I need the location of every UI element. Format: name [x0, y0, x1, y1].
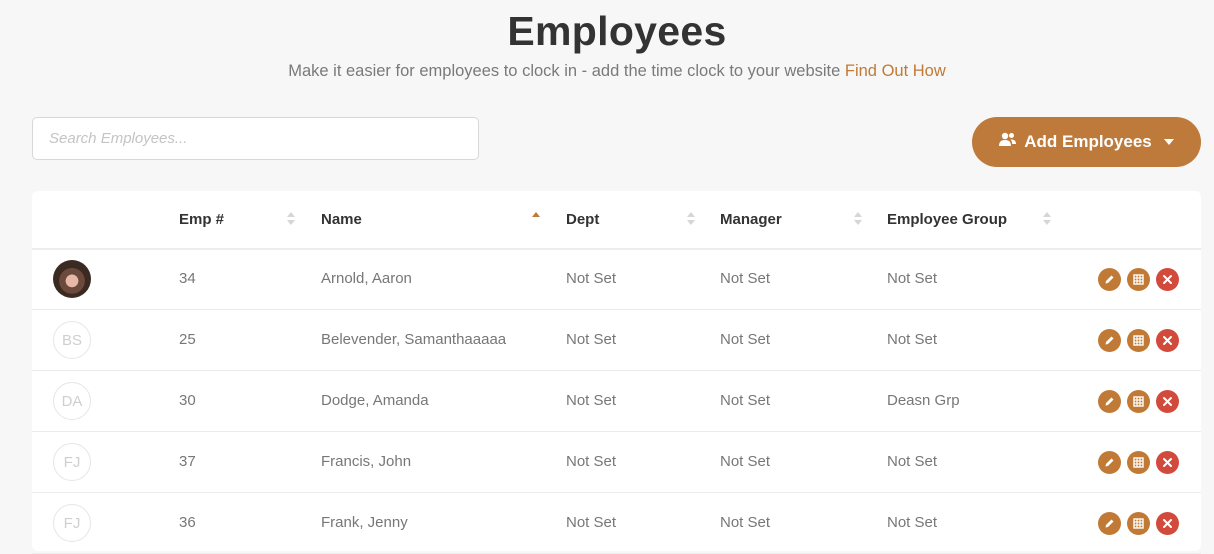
row-actions: [1098, 329, 1179, 352]
employee-group: Not Set: [887, 331, 938, 348]
sort-icon-emp[interactable]: [287, 212, 295, 226]
avatar-initials: DA: [61, 392, 83, 410]
table-header: Emp # Name Dept Manager Employee Group: [32, 191, 1201, 250]
timesheet-icon[interactable]: [1127, 512, 1150, 535]
avatar: FJ: [53, 443, 91, 481]
employee-name: Francis, John: [321, 453, 412, 470]
avatar-initials: FJ: [63, 514, 81, 532]
timesheet-icon[interactable]: [1127, 268, 1150, 291]
add-employees-button[interactable]: Add Employees: [972, 117, 1201, 167]
table-row: FJ 37 Francis, John Not Set Not Set Not …: [32, 432, 1201, 493]
employee-group: Not Set: [887, 514, 938, 531]
column-header-manager[interactable]: Manager: [720, 211, 782, 228]
delete-icon[interactable]: [1156, 329, 1179, 352]
edit-icon[interactable]: [1098, 268, 1121, 291]
table-row: DA 30 Dodge, Amanda Not Set Not Set Deas…: [32, 371, 1201, 432]
timesheet-icon[interactable]: [1127, 390, 1150, 413]
table-row: 34 Arnold, Aaron Not Set Not Set Not Set: [32, 249, 1201, 310]
avatar: BS: [53, 321, 91, 359]
employee-dept: Not Set: [566, 453, 617, 470]
delete-icon[interactable]: [1156, 390, 1179, 413]
employee-name: Belevender, Samanthaaaaa: [321, 331, 507, 348]
employee-dept: Not Set: [566, 392, 617, 409]
row-actions: [1098, 268, 1179, 291]
delete-icon[interactable]: [1156, 451, 1179, 474]
employee-manager: Not Set: [720, 453, 771, 470]
table-row: FJ 36 Frank, Jenny Not Set Not Set Not S…: [32, 493, 1201, 554]
employee-dept: Not Set: [566, 270, 617, 287]
employee-group: Not Set: [887, 453, 938, 470]
add-employees-label: Add Employees: [1024, 132, 1152, 151]
edit-icon[interactable]: [1098, 390, 1121, 413]
employee-dept: Not Set: [566, 514, 617, 531]
delete-icon[interactable]: [1156, 268, 1179, 291]
delete-icon[interactable]: [1156, 512, 1179, 535]
employee-name: Arnold, Aaron: [321, 270, 412, 287]
employee-name: Dodge, Amanda: [321, 392, 429, 409]
employee-name: Frank, Jenny: [321, 514, 408, 531]
employee-group: Deasn Grp: [887, 392, 960, 409]
avatar-initials: FJ: [63, 453, 81, 471]
page-subtitle: Make it easier for employees to clock in…: [0, 62, 1214, 81]
employee-group: Not Set: [887, 270, 938, 287]
row-actions: [1098, 512, 1179, 535]
sort-icon-group[interactable]: [1043, 212, 1051, 226]
row-actions: [1098, 451, 1179, 474]
avatar: FJ: [53, 504, 91, 542]
users-icon: [999, 132, 1017, 152]
column-header-emp[interactable]: Emp #: [179, 211, 224, 228]
employee-manager: Not Set: [720, 392, 771, 409]
page-title: Employees: [507, 8, 727, 54]
sort-icon-dept[interactable]: [687, 212, 695, 226]
emp-number: 37: [179, 453, 196, 470]
timesheet-icon[interactable]: [1127, 329, 1150, 352]
subtitle-text: Make it easier for employees to clock in…: [288, 62, 841, 80]
avatar: [53, 260, 91, 298]
employee-manager: Not Set: [720, 514, 771, 531]
employees-table: Emp # Name Dept Manager Employee Group 3…: [32, 191, 1201, 554]
table-row: BS 25 Belevender, Samanthaaaaa Not Set N…: [32, 310, 1201, 371]
emp-number: 25: [179, 331, 196, 348]
avatar-initials: BS: [61, 331, 82, 349]
find-out-how-link[interactable]: Find Out How: [845, 62, 946, 80]
column-header-group[interactable]: Employee Group: [887, 211, 1007, 228]
employee-manager: Not Set: [720, 270, 771, 287]
sort-ascending-icon-name[interactable]: [532, 212, 540, 226]
avatar: DA: [53, 382, 91, 420]
column-header-name[interactable]: Name: [321, 211, 362, 228]
timesheet-icon[interactable]: [1127, 451, 1150, 474]
emp-number: 34: [179, 270, 196, 287]
row-actions: [1098, 390, 1179, 413]
sort-icon-manager[interactable]: [854, 212, 862, 226]
edit-icon[interactable]: [1098, 451, 1121, 474]
emp-number: 30: [179, 392, 196, 409]
emp-number: 36: [179, 514, 196, 531]
edit-icon[interactable]: [1098, 512, 1121, 535]
search-input[interactable]: [32, 117, 479, 160]
caret-down-icon: [1163, 139, 1174, 145]
employee-manager: Not Set: [720, 331, 771, 348]
edit-icon[interactable]: [1098, 329, 1121, 352]
column-header-dept[interactable]: Dept: [566, 211, 599, 228]
employee-dept: Not Set: [566, 331, 617, 348]
